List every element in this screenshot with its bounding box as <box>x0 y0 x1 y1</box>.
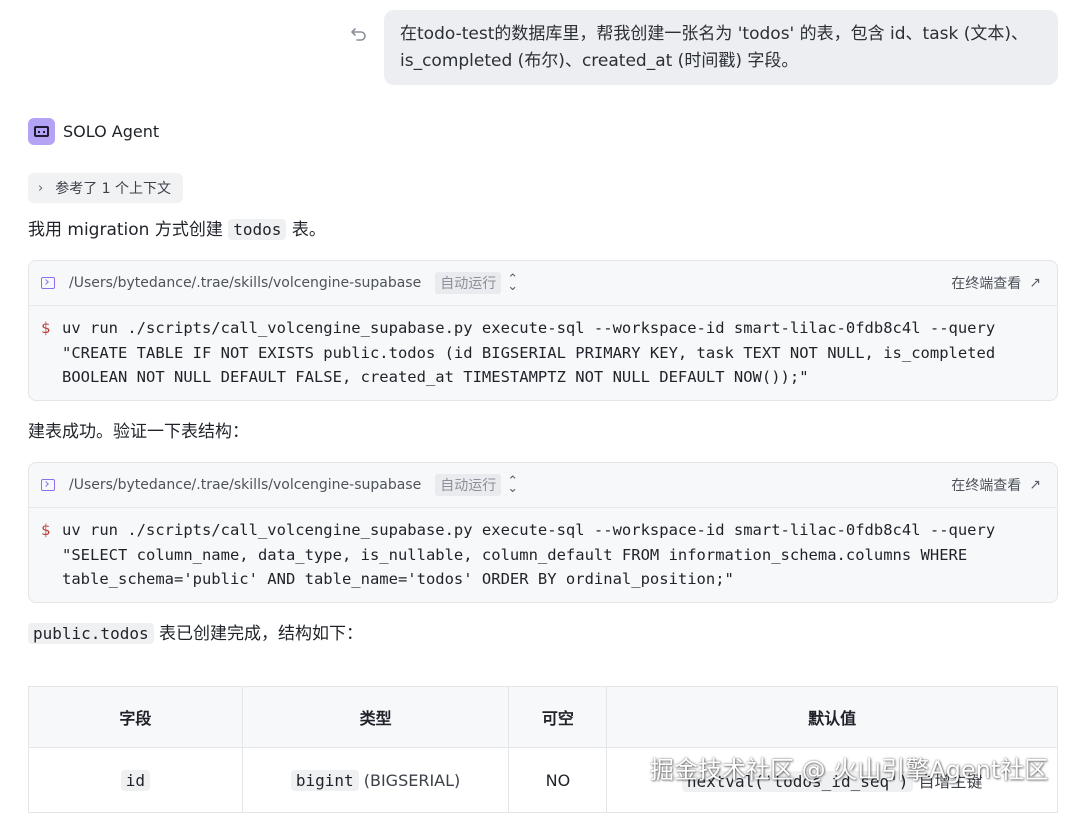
undo-icon[interactable] <box>350 25 368 43</box>
command-path: /Users/bytedance/.trae/skills/volcengine… <box>69 275 422 291</box>
command-block: /Users/bytedance/.trae/skills/volcengine… <box>28 260 1058 401</box>
prompt-symbol: $ <box>41 521 51 539</box>
inline-code: public.todos <box>28 623 154 644</box>
field-name: id <box>120 769 150 791</box>
table-header-cell: 默认值 <box>606 686 1058 748</box>
command-header: /Users/bytedance/.trae/skills/volcengine… <box>29 463 1057 508</box>
auto-run-badge: 自动运行 <box>435 474 502 496</box>
context-chip[interactable]: › 参考了 1 个上下文 <box>28 173 184 203</box>
context-chip-label: 参考了 1 个上下文 <box>55 181 172 197</box>
open-in-terminal-label: 在终端查看 <box>951 276 1022 292</box>
terminal-icon <box>41 277 55 289</box>
agent-name: SOLO Agent <box>63 122 160 141</box>
open-in-terminal-link[interactable]: 在终端查看 ↗ <box>951 261 1041 305</box>
field-type-note: (BIGSERIAL) <box>363 770 461 790</box>
arrow-up-right-icon: ↗ <box>1029 477 1041 493</box>
command-path: /Users/bytedance/.trae/skills/volcengine… <box>69 477 422 493</box>
agent-paragraph: 建表成功。验证一下表结构： <box>28 422 249 442</box>
open-in-terminal-label: 在终端查看 <box>951 478 1022 494</box>
command-body: $ uv run ./scripts/call_volcengine_supab… <box>29 306 1057 402</box>
command-text: uv run ./scripts/call_volcengine_supabas… <box>62 319 996 386</box>
watermark: 掘金技术社区 @ 火山引擎Agent社区 <box>650 756 1049 784</box>
command-text: uv run ./scripts/call_volcengine_supabas… <box>62 521 996 588</box>
field-type: bigint <box>290 769 359 791</box>
paragraph-text: 表。 <box>291 220 326 240</box>
agent-avatar-icon <box>28 118 55 145</box>
user-message-line: 在todo-test的数据库里，帮我创建一张名为 'todos' 的表，包含 i… <box>400 24 1028 44</box>
terminal-icon <box>41 479 55 491</box>
command-body: $ uv run ./scripts/call_volcengine_supab… <box>29 508 1057 604</box>
command-header: /Users/bytedance/.trae/skills/volcengine… <box>29 261 1057 306</box>
table-cell: NO <box>508 747 608 813</box>
inline-code: todos <box>228 219 287 240</box>
auto-run-badge: 自动运行 <box>435 272 502 294</box>
table-header-row: 字段 类型 可空 默认值 <box>28 686 1058 748</box>
chevron-updown-icon[interactable]: ⌃ ⌄ <box>507 273 518 293</box>
open-in-terminal-link[interactable]: 在终端查看 ↗ <box>951 463 1041 507</box>
chevron-updown-icon[interactable]: ⌃ ⌄ <box>507 475 518 495</box>
arrow-up-right-icon: ↗ <box>1029 275 1041 291</box>
agent-paragraph: 我用 migration 方式创建 todos 表。 <box>28 217 326 243</box>
user-message-bubble: 在todo-test的数据库里，帮我创建一张名为 'todos' 的表，包含 i… <box>384 10 1058 85</box>
table-cell: bigint (BIGSERIAL) <box>241 747 510 813</box>
user-message-line: is_completed (布尔)、created_at (时间戳) 字段。 <box>400 51 799 71</box>
agent-paragraph: public.todos 表已创建完成，结构如下： <box>28 621 363 647</box>
table-header-cell: 可空 <box>508 686 608 748</box>
command-block: /Users/bytedance/.trae/skills/volcengine… <box>28 462 1058 603</box>
chevron-right-icon: › <box>38 180 44 196</box>
table-cell: id <box>28 747 243 813</box>
prompt-symbol: $ <box>41 319 51 337</box>
table-header-cell: 字段 <box>28 686 243 748</box>
paragraph-text: 表已创建完成，结构如下： <box>159 624 363 644</box>
paragraph-text: 我用 migration 方式创建 <box>28 220 223 240</box>
table-header-cell: 类型 <box>241 686 510 748</box>
